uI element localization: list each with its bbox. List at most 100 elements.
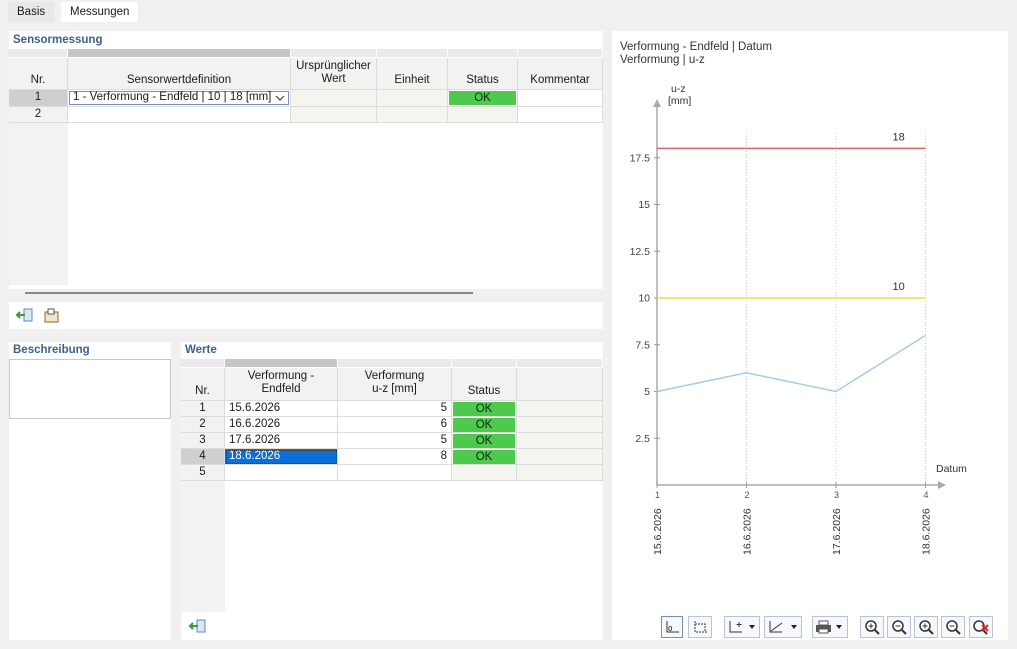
date-cell[interactable]: 16.6.2026 [225,417,338,433]
chart-panel: Verformung - Endfeld | Datum Verformung … [612,31,1008,640]
description-textarea[interactable] [9,359,171,419]
sensor-panel: Sensormessung Nr. Sensorwertdefinition U… [9,31,603,294]
date-cell[interactable]: 17.6.2026 [225,433,338,449]
header-strip [448,49,518,57]
row-number[interactable]: 3 [181,433,225,449]
zoom-in-y-icon [919,620,934,635]
zoom-in-y-button[interactable] [914,616,938,638]
fit-axis-button[interactable] [688,616,712,638]
row-number[interactable]: 5 [181,465,225,481]
status-cell: OK [452,449,517,465]
header-strip [452,359,517,367]
limit-label: 18 [893,131,905,143]
status-badge: OK [449,91,516,105]
svg-text:0: 0 [668,625,672,633]
values-panel: Werte Nr. Verformung - Endfeld Verformung… [181,342,603,640]
y-axis-arrow [653,99,661,107]
add-axis-dropdown[interactable] [724,616,760,638]
x-tick-number: 2 [745,490,750,500]
definition-value: 1 - Verformung - Endfeld | 10 | 18 [mm] [73,91,272,103]
y-tick-label: 7.5 [635,339,650,351]
status-cell [452,465,517,481]
column-header-status: Status [448,58,518,90]
y-axis-unit-label: [mm] [668,95,691,107]
tab-messungen[interactable]: Messungen [61,2,139,22]
definition-cell[interactable] [68,107,291,123]
header-strip [338,359,452,367]
header-strip [181,359,225,367]
sensor-title: Sensormessung [13,34,103,46]
zoom-out-y-button[interactable] [941,616,965,638]
axis-add-icon [729,621,755,633]
x-tick-number: 3 [834,490,839,500]
value-cell[interactable] [338,465,452,481]
date-cell[interactable]: 18.6.2026 [225,449,338,465]
zoom-out-x-icon [892,620,907,635]
extra-cell [517,449,603,465]
column-header-original: Ursprünglicher Wert [291,58,377,90]
zoom-in-x-button[interactable] [860,616,884,638]
y-tick-label: 2.5 [635,433,650,445]
original-value-cell [291,90,377,107]
zoom-in-x-icon [865,620,880,635]
tab-bar: Basis Messungen [0,0,1017,22]
date-cell[interactable]: 15.6.2026 [225,401,338,417]
extra-cell [517,417,603,433]
tab-basis[interactable]: Basis [8,2,55,22]
value-cell[interactable]: 6 [338,417,452,433]
row-number[interactable]: 2 [9,107,68,123]
zoom-out-x-button[interactable] [887,616,911,638]
import-icon[interactable] [186,616,208,636]
header-strip [291,49,377,57]
row-number[interactable]: 1 [181,401,225,417]
date-cell[interactable] [225,465,338,481]
limit-label: 10 [893,281,905,293]
column-header-date: Verformung - Endfeld [225,368,338,401]
column-header-comment: Kommentar [518,58,603,90]
row-gutter [9,123,68,285]
axis-origin-button[interactable]: 0 [661,616,683,638]
value-cell[interactable]: 5 [338,433,452,449]
trend-dropdown[interactable] [764,616,802,638]
status-badge: OK [453,434,515,448]
reset-zoom-button[interactable] [969,616,993,638]
print-dropdown[interactable] [812,616,848,638]
comment-cell[interactable] [518,90,603,107]
x-tick-number: 1 [655,490,660,500]
y-tick-label: 12.5 [630,246,651,258]
values-title: Werte [185,344,217,356]
sensor-toolbar [9,302,603,329]
column-header-nr: Nr. [9,58,68,90]
trend-line-icon [769,621,797,633]
x-axis-arrow [938,481,946,489]
row-number[interactable]: 2 [181,417,225,433]
status-cell [448,107,518,123]
y-tick-label: 15 [638,199,650,211]
header-strip [517,359,603,367]
x-tick-label: 17.6.2026 [831,508,843,555]
horizontal-scrollbar[interactable] [25,292,473,294]
status-cell: OK [448,90,518,107]
chart-canvas[interactable]: u-z[mm] Datum 1 15.6.2026 2 16.6.2026 3 17.6.20… [612,31,1008,611]
chevron-down-icon[interactable] [275,94,285,102]
row-number[interactable]: 1 [9,90,68,107]
import-icon[interactable] [13,305,35,325]
header-strip [518,49,603,57]
column-header-unit: Einheit [377,58,448,90]
x-tick-label: 18.6.2026 [921,508,933,555]
header-strip [68,49,291,57]
row-number[interactable]: 4 [181,449,225,465]
value-cell[interactable]: 5 [338,401,452,417]
comment-cell[interactable] [518,107,603,123]
header-strip [377,49,448,57]
y-axis-label: u-z [671,83,686,95]
header-strip [9,49,68,57]
value-cell[interactable]: 8 [338,449,452,465]
definition-dropdown[interactable]: 1 - Verformung - Endfeld | 10 | 18 [mm] [68,90,291,107]
export-icon[interactable] [41,305,63,325]
extra-cell [517,433,603,449]
row-gutter [181,481,225,612]
status-badge: OK [453,418,515,432]
column-header-status: Status [452,368,517,401]
original-value-cell [291,107,377,123]
